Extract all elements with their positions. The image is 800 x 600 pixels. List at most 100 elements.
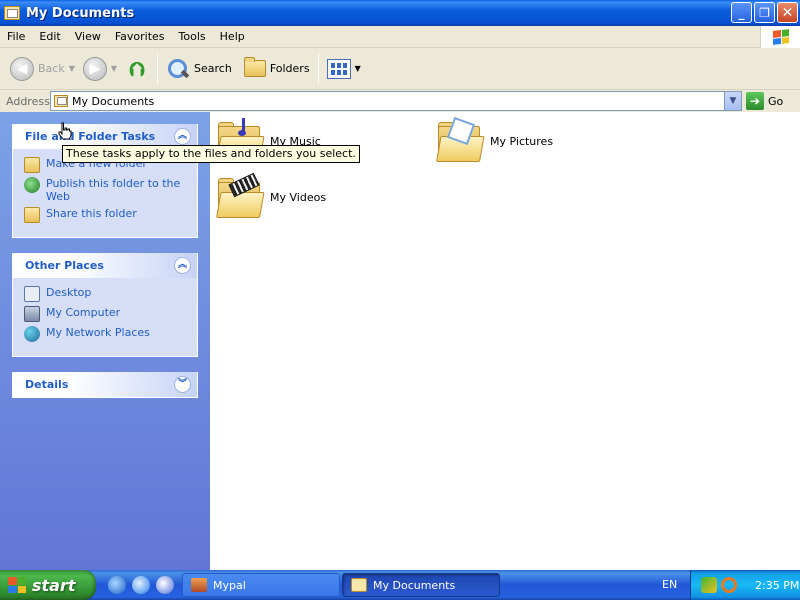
media-player-icon[interactable] [156,576,174,594]
views-dropdown-icon: ▼ [354,64,361,73]
taskbar: start Mypal My Documents EN 2:35 PM [0,570,800,600]
address-folder-icon [54,95,68,107]
start-label: start [32,575,76,595]
videos-folder-icon [216,172,265,218]
clock[interactable]: 2:35 PM [755,579,799,592]
details-panel: Details ︾ [12,372,198,398]
task-publish-to-web[interactable]: Publish this folder to the Web [24,177,187,203]
share-folder-icon [24,207,40,223]
tray-search-icon[interactable] [721,577,737,593]
menu-bar: File Edit View Favorites Tools Help [0,26,800,48]
task-share-folder[interactable]: Share this folder [24,207,187,223]
close-button[interactable]: ✕ [777,2,798,23]
tray-app-icon[interactable] [701,577,717,593]
taskbar-window-label: My Documents [373,578,456,592]
forward-button[interactable]: ▶ ▼ [79,51,121,87]
search-icon [166,57,190,81]
folder-label: My Pictures [490,134,554,148]
place-label: My Network Places [46,326,150,339]
place-my-network-places[interactable]: My Network Places [24,326,187,342]
other-places-panel: Other Places ︽ Desktop My Computer My Ne… [12,253,198,357]
folders-icon [243,57,266,77]
back-label: Back [38,62,65,75]
windows-logo [760,26,800,48]
views-icon [326,58,351,79]
folder-item-my-videos[interactable]: My Videos [216,172,327,218]
address-bar: Address My Documents ▼ ➔ Go [0,90,800,112]
place-desktop[interactable]: Desktop [24,286,187,302]
my-documents-icon [351,578,367,592]
other-places-header[interactable]: Other Places ︽ [13,253,197,278]
collapse-chevron-icon[interactable]: ︽ [174,128,191,145]
collapse-chevron-icon[interactable]: ︽ [174,257,191,274]
quick-launch [108,576,174,594]
forward-arrow-icon: ▶ [82,56,107,81]
toolbar-separator [317,53,319,84]
menu-favorites[interactable]: Favorites [108,27,172,47]
taskbar-window-mypal[interactable]: Mypal [182,573,340,597]
menu-view[interactable]: View [68,27,108,47]
search-label: Search [194,62,232,75]
my-documents-icon [4,6,20,20]
windows-flag-icon [772,29,789,45]
views-button[interactable]: ▼ [323,51,365,87]
up-button[interactable]: ⮉ [121,51,153,87]
desktop-icon [24,286,40,302]
file-folder-tasks-panel: File and Folder Tasks ︽ Make a new folde… [12,124,198,238]
task-label: Publish this folder to the Web [46,177,181,203]
system-tray: 2:35 PM [690,570,800,600]
address-input[interactable]: My Documents ▼ [50,91,742,111]
minimize-button[interactable]: _ [731,2,752,23]
window-controls: _ ❐ ✕ [731,2,798,23]
details-header[interactable]: Details ︾ [13,372,197,397]
place-label: My Computer [46,306,121,319]
mypal-icon [191,578,207,592]
taskbar-window-my-documents[interactable]: My Documents [342,573,500,597]
toolbar: ◀ Back ▼ ▶ ▼ ⮉ Search Folders ▼ [0,48,800,90]
taskbar-window-label: Mypal [213,578,246,592]
address-label: Address [6,94,50,108]
network-places-icon [24,326,40,342]
place-my-computer[interactable]: My Computer [24,306,187,322]
folder-content-area[interactable]: My Music My Pictures My Videos [210,112,800,570]
address-value: My Documents [72,94,155,108]
details-title: Details [25,378,69,391]
back-dropdown-icon[interactable]: ▼ [69,64,75,73]
go-label: Go [768,94,784,108]
my-computer-icon [24,306,40,322]
folder-item-my-pictures[interactable]: My Pictures [436,116,554,162]
window-title: My Documents [26,5,135,21]
expand-chevron-icon[interactable]: ︾ [174,376,191,393]
title-bar[interactable]: My Documents _ ❐ ✕ [0,0,800,26]
task-pane: File and Folder Tasks ︽ Make a new folde… [0,112,210,570]
back-button[interactable]: ◀ Back ▼ [6,51,79,87]
go-arrow-icon: ➔ [746,92,764,110]
language-indicator[interactable]: EN [662,578,677,591]
menu-edit[interactable]: Edit [32,27,67,47]
forward-dropdown-icon[interactable]: ▼ [111,64,117,73]
folders-button[interactable]: Folders [240,51,314,87]
folder-label: My Videos [270,190,327,204]
menu-tools[interactable]: Tools [172,27,213,47]
back-arrow-icon: ◀ [10,56,34,81]
browser-icon[interactable] [132,576,150,594]
other-places-title: Other Places [25,259,104,272]
tooltip: These tasks apply to the files and folde… [62,145,360,163]
menu-help[interactable]: Help [213,27,252,47]
folders-label: Folders [269,62,310,75]
up-folder-icon: ⮉ [129,56,145,81]
pictures-folder-icon [436,116,485,162]
other-places-list: Desktop My Computer My Network Places [13,278,197,356]
publish-globe-icon [24,177,40,193]
search-button[interactable]: Search [162,51,236,87]
windows-flag-icon [8,577,26,593]
maximize-button[interactable]: ❐ [754,2,775,23]
task-label: Share this folder [46,207,137,220]
internet-explorer-icon[interactable] [108,576,126,594]
start-button[interactable]: start [0,570,96,600]
new-folder-icon [24,157,40,173]
menu-file[interactable]: File [0,27,32,47]
toolbar-separator [157,53,159,84]
address-dropdown-button[interactable]: ▼ [724,92,741,110]
go-button[interactable]: ➔ Go [746,91,783,111]
